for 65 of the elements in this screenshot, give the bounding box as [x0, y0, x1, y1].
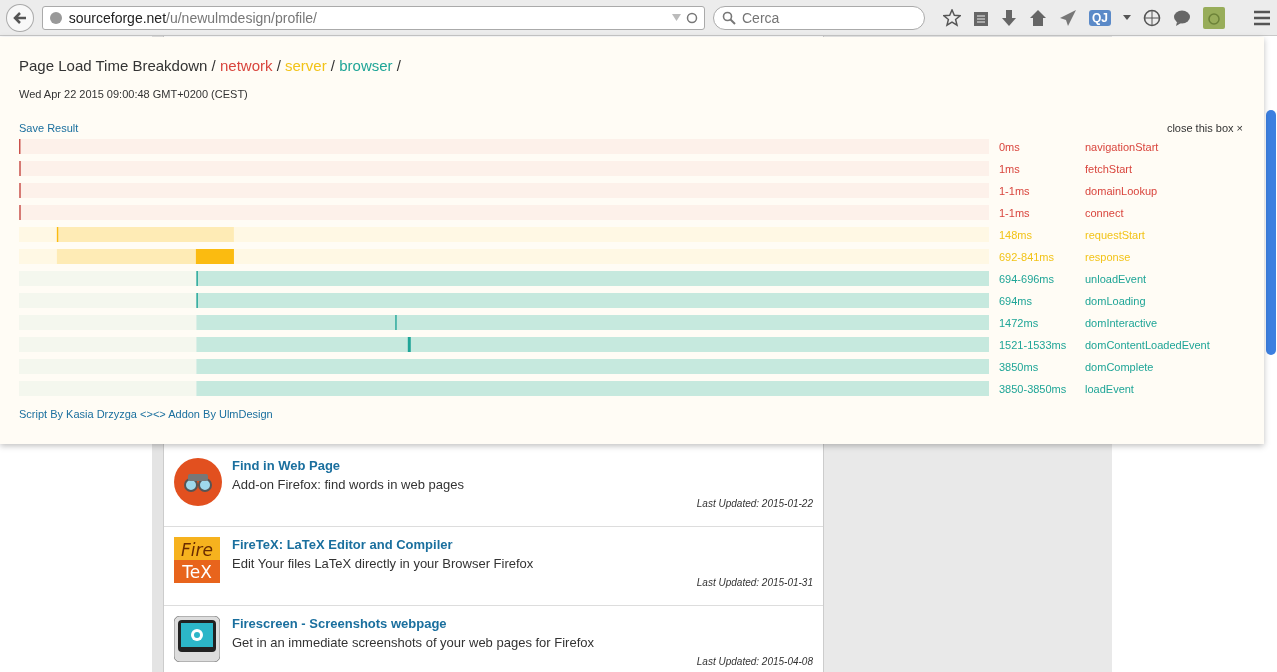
timing-reading: 1472ms	[999, 317, 1040, 329]
back-arrow-icon	[11, 9, 28, 26]
close-box-link[interactable]: close this box ×	[1166, 122, 1243, 134]
timing-reading: 1ms	[999, 163, 1021, 175]
project-description: Edit Your files LaTeX directly in your Browser Firefox	[232, 556, 535, 571]
search-field[interactable]: Cerca	[713, 5, 925, 30]
event-name: domainLookup	[1085, 185, 1159, 197]
timing-marker	[195, 249, 234, 264]
timing-marker	[19, 183, 21, 198]
timing-reading: 148ms	[999, 229, 1034, 241]
download-icon[interactable]	[1001, 8, 1017, 27]
project-title-link[interactable]: Find in Web Page	[232, 458, 813, 473]
credits-text: Script By Kasia Drzyzga <><> Addon By UlmDesign	[19, 408, 274, 420]
home-icon[interactable]	[1029, 8, 1047, 27]
last-updated-date: Last Updated: 2015-04-08	[695, 656, 813, 667]
dropdown-caret-icon[interactable]	[1123, 14, 1131, 21]
firetex-logo: Fire TeX	[174, 537, 220, 583]
extension-badge[interactable]: QJ	[1089, 9, 1111, 26]
scrollbar-thumb[interactable]	[1266, 110, 1276, 355]
event-name: requestStart	[1085, 229, 1146, 241]
event-name: unloadEvent	[1085, 273, 1148, 285]
timing-reading: 3850-3850ms	[999, 383, 1068, 395]
timing-marker	[19, 139, 21, 154]
timestamp: Wed Apr 22 2015 09:00:48 GMT+0200 (CEST)	[19, 88, 249, 100]
timing-reading: 694ms	[999, 295, 1034, 307]
star-icon[interactable]	[943, 8, 961, 27]
event-name: loadEvent	[1085, 383, 1135, 395]
timing-reading: 0ms	[999, 141, 1021, 153]
last-updated-date: Last Updated: 2015-01-22	[695, 498, 813, 509]
project-title-link[interactable]: Firescreen - Screenshots webpage	[232, 616, 813, 631]
save-result-link[interactable]: Save Result	[19, 122, 79, 134]
event-name: domInteractive	[1085, 317, 1159, 329]
globe-icon	[48, 10, 63, 25]
paper-plane-icon[interactable]	[1059, 8, 1077, 27]
timing-reading: 1-1ms	[999, 207, 1031, 219]
binoculars-icon	[174, 458, 222, 506]
event-name: domLoading	[1085, 295, 1147, 307]
timing-marker	[56, 227, 59, 242]
timing-marker	[19, 205, 21, 220]
project-description: Get in an immediate screenshots of your web pages for Firefox	[232, 635, 595, 650]
timing-marker	[196, 293, 198, 308]
chat-bubble-icon[interactable]	[1173, 8, 1191, 27]
panel-title: Page Load Time Breakdown / network / server / browser /	[19, 57, 402, 74]
menu-icon[interactable]	[1253, 9, 1271, 26]
timing-reading: 692-841ms	[999, 251, 1056, 263]
timing-marker	[407, 337, 411, 352]
timing-reading: 694-696ms	[999, 273, 1056, 285]
url-field[interactable]: sourceforge.net/u/newulmdesign/profile/	[41, 5, 705, 30]
project-description: Add-on Firefox: find words in web pages	[232, 477, 465, 492]
event-name: navigationStart	[1085, 141, 1160, 153]
timing-marker	[395, 315, 397, 330]
timing-marker	[19, 161, 21, 176]
project-title-link[interactable]: FireTeX: LaTeX Editor and Compiler	[232, 537, 813, 552]
back-button[interactable]	[6, 3, 34, 32]
event-name: response	[1085, 251, 1132, 263]
timing-marker	[196, 271, 198, 286]
camera-monitor-icon	[174, 616, 220, 662]
last-updated-date: Last Updated: 2015-01-31	[695, 577, 813, 588]
timing-reading: 1521-1533ms	[999, 339, 1068, 351]
timing-reading: 1-1ms	[999, 185, 1031, 197]
timing-reading: 3850ms	[999, 361, 1040, 373]
event-name: domComplete	[1085, 361, 1155, 373]
event-name: connect	[1085, 207, 1125, 219]
event-name: domContentLoadedEvent	[1085, 339, 1211, 351]
event-name: fetchStart	[1085, 163, 1134, 175]
